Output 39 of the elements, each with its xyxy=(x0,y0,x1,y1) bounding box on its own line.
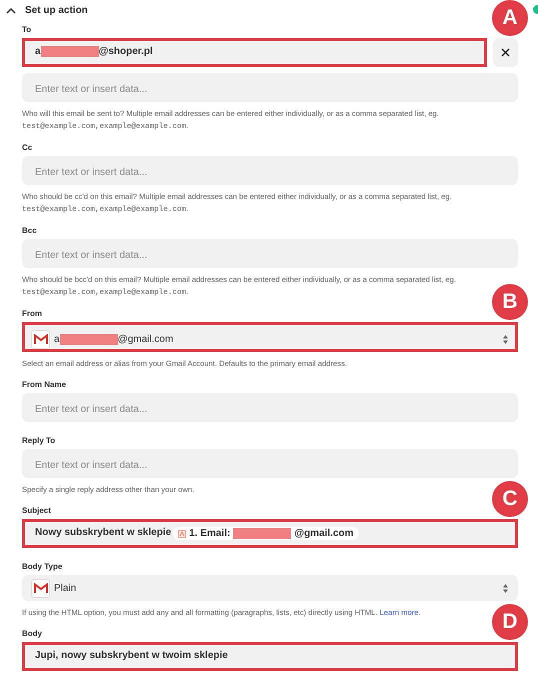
field-value: Nowy subskrybent w sklepie xyxy=(35,527,172,538)
dropdown[interactable]: a @gmail.com xyxy=(22,322,518,352)
field-label: Body Type xyxy=(22,562,64,572)
field-value: @gmail.com xyxy=(118,334,174,345)
field-label: Bcc xyxy=(22,226,38,236)
field-label: Subject xyxy=(22,506,52,516)
chevron-icon[interactable] xyxy=(6,6,16,14)
callout-badge: B xyxy=(492,284,528,320)
redaction-mark xyxy=(60,334,118,345)
section-title: Set up action xyxy=(25,4,88,16)
field-label: Reply To xyxy=(22,436,56,446)
field-value: a xyxy=(54,334,60,345)
field-label: From Name xyxy=(22,380,68,390)
field-value: Plain xyxy=(54,582,76,594)
gmail-icon xyxy=(31,578,50,598)
callout-badge: C xyxy=(492,481,528,517)
redaction-mark xyxy=(233,528,292,539)
close-icon xyxy=(501,48,510,57)
sort-icon xyxy=(502,582,509,594)
app-icon xyxy=(178,530,186,538)
field-value: a xyxy=(35,46,41,57)
callout-badge: A xyxy=(492,0,528,36)
field-label: Cc xyxy=(22,143,34,153)
field-label: Body xyxy=(22,629,43,639)
field-value: Jupi, nowy subskrybent w twoim sklepie xyxy=(35,650,228,661)
dropdown[interactable]: Plain xyxy=(22,575,518,601)
close-button[interactable] xyxy=(493,38,518,67)
input-field[interactable]: Jupi, nowy subskrybent w twoim sklepie xyxy=(22,642,518,671)
gmail-icon xyxy=(31,330,50,349)
data-token[interactable]: 1. Email: @gmail.com xyxy=(173,527,359,540)
redaction-mark xyxy=(40,46,99,57)
input-field[interactable]: Nowy subskrybent w sklepie 1. Email: @gmail.com xyxy=(22,519,518,548)
sort-icon xyxy=(502,334,509,345)
field-value: @shoper.pl xyxy=(98,46,153,57)
callout-badge: D xyxy=(492,604,528,640)
field-label: From xyxy=(22,309,43,319)
field-label: To xyxy=(22,25,32,35)
input-field[interactable]: a @shoper.pl xyxy=(22,38,487,67)
field-value: @gmail.com xyxy=(294,528,354,539)
